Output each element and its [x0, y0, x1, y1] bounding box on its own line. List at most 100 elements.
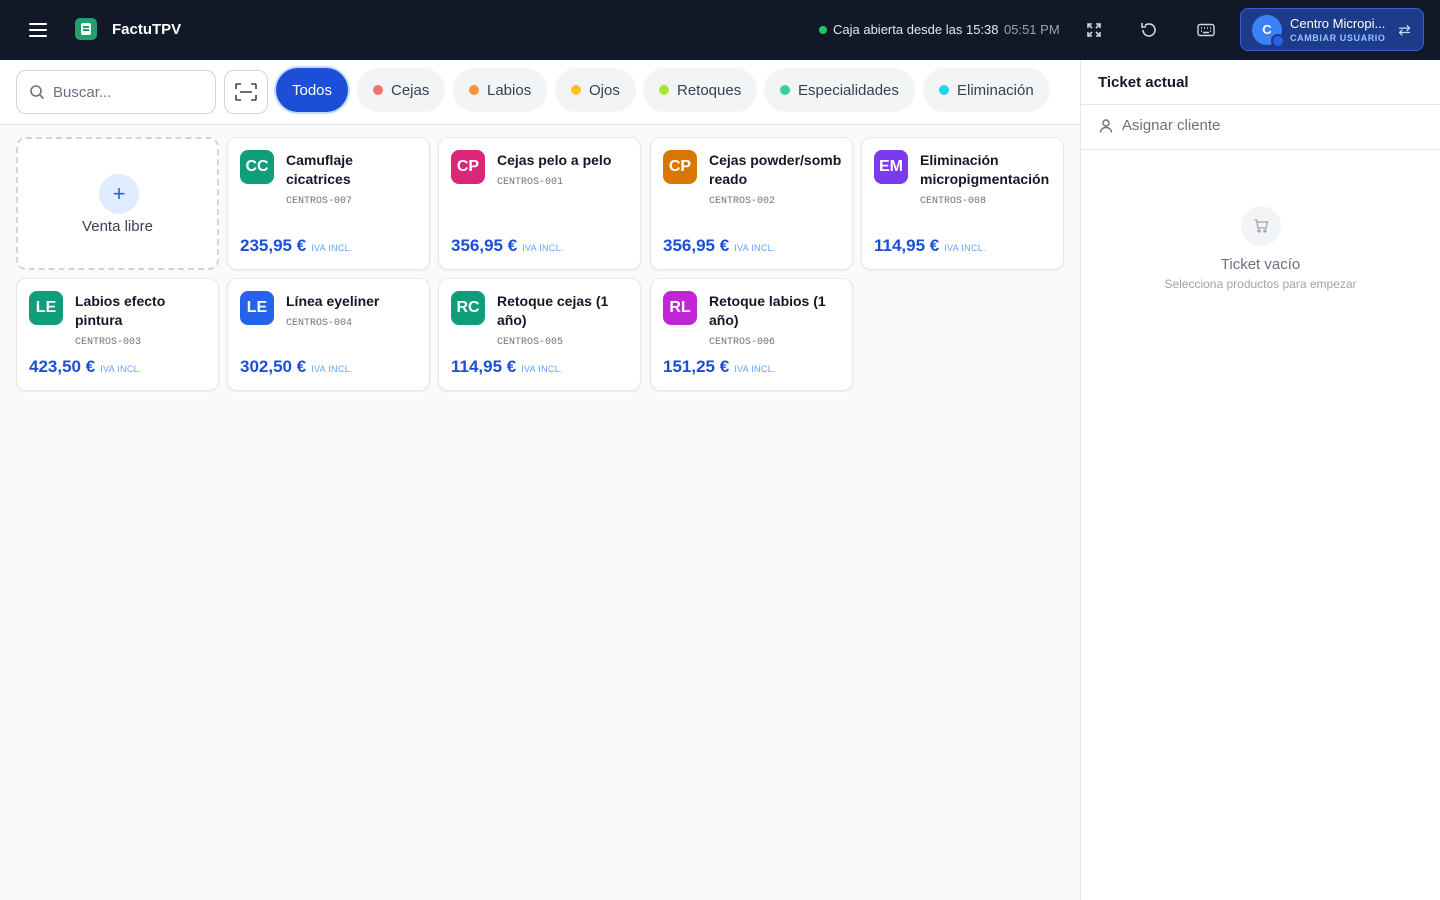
plus-icon: + [99, 174, 139, 214]
category-chip-eliminacion[interactable]: Eliminación [923, 68, 1050, 112]
status-dot-icon [819, 25, 827, 34]
product-name: Labios efecto pintura [75, 293, 166, 328]
user-icon [1099, 118, 1113, 133]
product-card[interactable]: CC Camuflaje cicatrices CENTROS-007 235,9… [227, 137, 430, 270]
tax-label: IVA INCL. [311, 364, 353, 374]
product-name: Línea eyeliner [286, 293, 380, 309]
register-status-text: Caja abierta desde las 15:38 [833, 22, 999, 37]
category-chip-labios[interactable]: Labios [453, 68, 548, 112]
product-price: 114,95 € [451, 357, 517, 376]
tax-label: IVA INCL. [311, 243, 353, 253]
product-price: 151,25 € [663, 357, 730, 376]
product-name: Cejas powder/sombreado [709, 152, 842, 187]
chip-label: Retoques [677, 81, 742, 99]
category-chip-ojos[interactable]: Ojos [555, 68, 636, 112]
product-price: 356,95 € [451, 236, 518, 255]
category-chip-todos[interactable]: Todos [276, 68, 349, 112]
divider [1081, 104, 1440, 105]
scan-icon [235, 83, 257, 101]
tax-label: IVA INCL. [522, 243, 564, 253]
product-price: 356,95 € [663, 236, 730, 255]
chip-label: Especialidades [798, 81, 899, 99]
cart-icon [1241, 206, 1281, 246]
search-icon [30, 85, 45, 100]
category-dot-icon [469, 85, 479, 95]
category-dot-icon [780, 85, 790, 95]
assign-client-label: Asignar cliente [1122, 117, 1221, 134]
chip-label: Todos [292, 81, 333, 99]
clock: 05:51 PM [1004, 22, 1060, 37]
empty-ticket-subtitle: Selecciona productos para empezar [1164, 277, 1357, 291]
product-name: Eliminación micropigmentación [920, 152, 1050, 187]
switch-user-button[interactable]: C Centro Micropi... CAMBIAR USUARIO ⇄ [1240, 8, 1424, 51]
search-input[interactable] [53, 83, 203, 101]
category-chip-cejas[interactable]: Cejas [357, 68, 446, 112]
tax-label: IVA INCL. [521, 364, 563, 374]
chip-label: Labios [487, 81, 532, 99]
product-code: CENTROS-002 [709, 196, 776, 207]
free-sale-card[interactable]: + Venta libre [16, 137, 219, 270]
empty-ticket-title: Ticket vacío [1220, 256, 1301, 273]
product-code: CENTROS-004 [286, 318, 353, 329]
product-code: CENTROS-003 [75, 337, 142, 348]
product-code: CENTROS-001 [497, 177, 564, 188]
avatar: C [1252, 14, 1285, 48]
tax-label: IVA INCL. [734, 243, 776, 253]
menu-icon[interactable] [26, 20, 50, 40]
product-avatar: CC [240, 150, 274, 184]
search-box[interactable] [16, 70, 216, 114]
keyboard-icon[interactable] [1194, 18, 1218, 42]
tax-label: IVA INCL. [100, 364, 142, 374]
product-avatar: CP [663, 150, 697, 184]
product-name: Cejas pelo a pelo [497, 152, 612, 168]
product-card[interactable]: CP Cejas pelo a pelo CENTROS-001 356,95 €… [438, 137, 641, 270]
product-card[interactable]: LE Labios efecto pintura CENTROS-003 423,… [16, 278, 219, 391]
refresh-icon[interactable] [1137, 18, 1161, 42]
product-avatar: LE [29, 291, 63, 325]
product-code: CENTROS-008 [920, 196, 987, 207]
product-avatar: RC [451, 291, 485, 325]
product-code: CENTROS-005 [497, 337, 564, 348]
free-sale-label: Venta libre [82, 218, 153, 235]
product-card[interactable]: EM Eliminación micropigmentación CENTROS-… [861, 137, 1064, 270]
category-chip-especialidades[interactable]: Especialidades [764, 68, 915, 112]
top-bar: FactuTPV Caja abierta desde las 15:38 05… [0, 0, 1440, 60]
switch-badge-icon [1271, 33, 1285, 48]
swap-icon: ⇄ [1398, 22, 1411, 39]
product-avatar: RL [663, 291, 697, 325]
product-price: 235,95 € [240, 236, 307, 255]
product-price: 114,95 € [874, 236, 940, 255]
product-name: Retoque labios (1 año) [709, 293, 826, 328]
register-status: Caja abierta desde las 15:38 [819, 22, 999, 37]
divider [1081, 149, 1440, 150]
fullscreen-icon[interactable] [1082, 18, 1106, 42]
app-logo-icon [75, 18, 97, 40]
filter-bar: Todos Cejas Labios Ojos Retoques Especia… [0, 60, 1080, 125]
product-code: CENTROS-007 [286, 196, 353, 207]
product-card[interactable]: LE Línea eyeliner CENTROS-004 302,50 € IVA… [227, 278, 430, 391]
product-name: Retoque cejas (1 año) [497, 293, 609, 328]
ticket-panel: Ticket actual Asignar cliente Ticket vac… [1080, 60, 1440, 900]
assign-client-button[interactable]: Asignar cliente [1098, 117, 1220, 134]
product-code: CENTROS-006 [709, 337, 776, 348]
tax-label: IVA INCL. [944, 243, 986, 253]
category-chip-retoques[interactable]: Retoques [643, 68, 758, 112]
user-name: Centro Micropi... [1290, 16, 1386, 31]
product-card[interactable]: RL Retoque labios (1 año) CENTROS-006 151… [650, 278, 853, 391]
category-dot-icon [373, 85, 383, 95]
category-dot-icon [571, 85, 581, 95]
ticket-title: Ticket actual [1098, 74, 1189, 91]
app-name: FactuTPV [112, 21, 182, 38]
chip-label: Cejas [391, 81, 430, 99]
product-avatar: EM [874, 150, 908, 184]
category-dot-icon [659, 85, 669, 95]
category-dot-icon [939, 85, 949, 95]
barcode-scan-button[interactable] [224, 70, 268, 114]
chip-label: Eliminación [957, 81, 1034, 99]
product-avatar: LE [240, 291, 274, 325]
product-card[interactable]: CP Cejas powder/sombreado CENTROS-002 356… [650, 137, 853, 270]
switch-user-label: CAMBIAR USUARIO [1290, 33, 1386, 43]
product-avatar: CP [451, 150, 485, 184]
product-card[interactable]: RC Retoque cejas (1 año) CENTROS-005 114,… [438, 278, 641, 391]
chip-label: Ojos [589, 81, 620, 99]
